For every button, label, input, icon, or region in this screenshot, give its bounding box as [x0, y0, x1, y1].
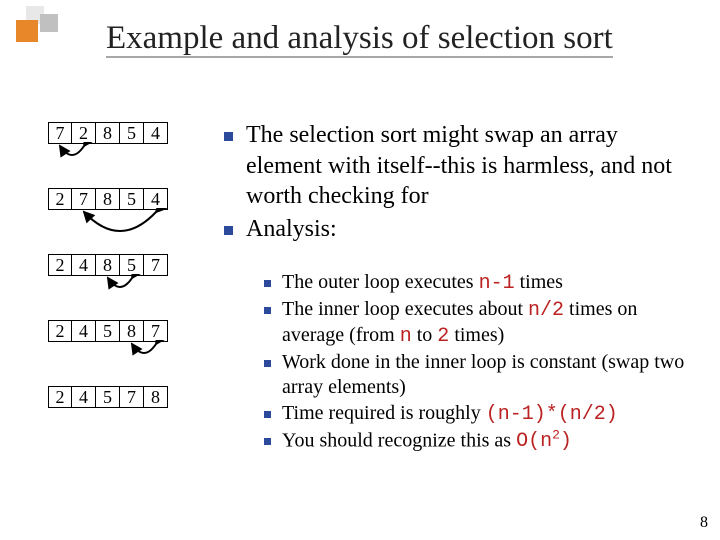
bullet-sub: The inner loop executes about n/2 times … — [260, 297, 694, 350]
array-cell: 8 — [96, 188, 120, 210]
bullet-main: Analysis: — [220, 214, 696, 245]
array-state: 24857 — [48, 254, 198, 314]
array-state: 24578 — [48, 386, 198, 446]
page-number: 8 — [700, 514, 708, 532]
array-cell: 5 — [120, 122, 144, 144]
array-state: 72854 — [48, 122, 198, 182]
array-cell: 7 — [72, 188, 96, 210]
array-cell: 4 — [144, 122, 168, 144]
array-states-column: 7285427854248572458724578 — [48, 122, 198, 452]
swap-arrow-icon — [48, 208, 168, 246]
bullet-sub: You should recognize this as O(n2) — [260, 428, 694, 455]
title-text: Example and analysis of selection sort — [106, 20, 613, 58]
array-cell: 5 — [96, 386, 120, 408]
bullet-sub: Work done in the inner loop is constant … — [260, 350, 694, 401]
array-cell: 2 — [48, 188, 72, 210]
array-cell: 4 — [72, 254, 96, 276]
array-cell: 8 — [96, 254, 120, 276]
array-cell: 5 — [120, 254, 144, 276]
array-cell: 2 — [48, 320, 72, 342]
sub-bullets: The outer loop executes n-1 times The in… — [260, 264, 694, 455]
array-state: 27854 — [48, 188, 198, 248]
bullet-main: The selection sort might swap an array e… — [220, 120, 696, 212]
array-cell: 4 — [72, 320, 96, 342]
array-cell: 5 — [96, 320, 120, 342]
array-state: 24587 — [48, 320, 198, 380]
bullet-sub: Time required is roughly (n-1)*(n/2) — [260, 401, 694, 428]
bullet-sub: The outer loop executes n-1 times — [260, 270, 694, 297]
swap-arrow-icon — [48, 274, 168, 312]
array-cell: 7 — [120, 386, 144, 408]
slide-title: Example and analysis of selection sort — [106, 20, 613, 57]
swap-arrow-icon — [48, 142, 168, 180]
array-cell: 7 — [144, 254, 168, 276]
array-cell: 8 — [144, 386, 168, 408]
array-cell: 8 — [96, 122, 120, 144]
main-bullets: The selection sort might swap an array e… — [220, 120, 696, 247]
array-cell: 4 — [144, 188, 168, 210]
array-cell: 2 — [72, 122, 96, 144]
array-cell: 2 — [48, 254, 72, 276]
array-cell: 4 — [72, 386, 96, 408]
array-cell: 5 — [120, 188, 144, 210]
array-cell: 8 — [120, 320, 144, 342]
array-cell: 7 — [144, 320, 168, 342]
array-cell: 7 — [48, 122, 72, 144]
swap-arrow-icon — [48, 340, 168, 378]
array-cell: 2 — [48, 386, 72, 408]
